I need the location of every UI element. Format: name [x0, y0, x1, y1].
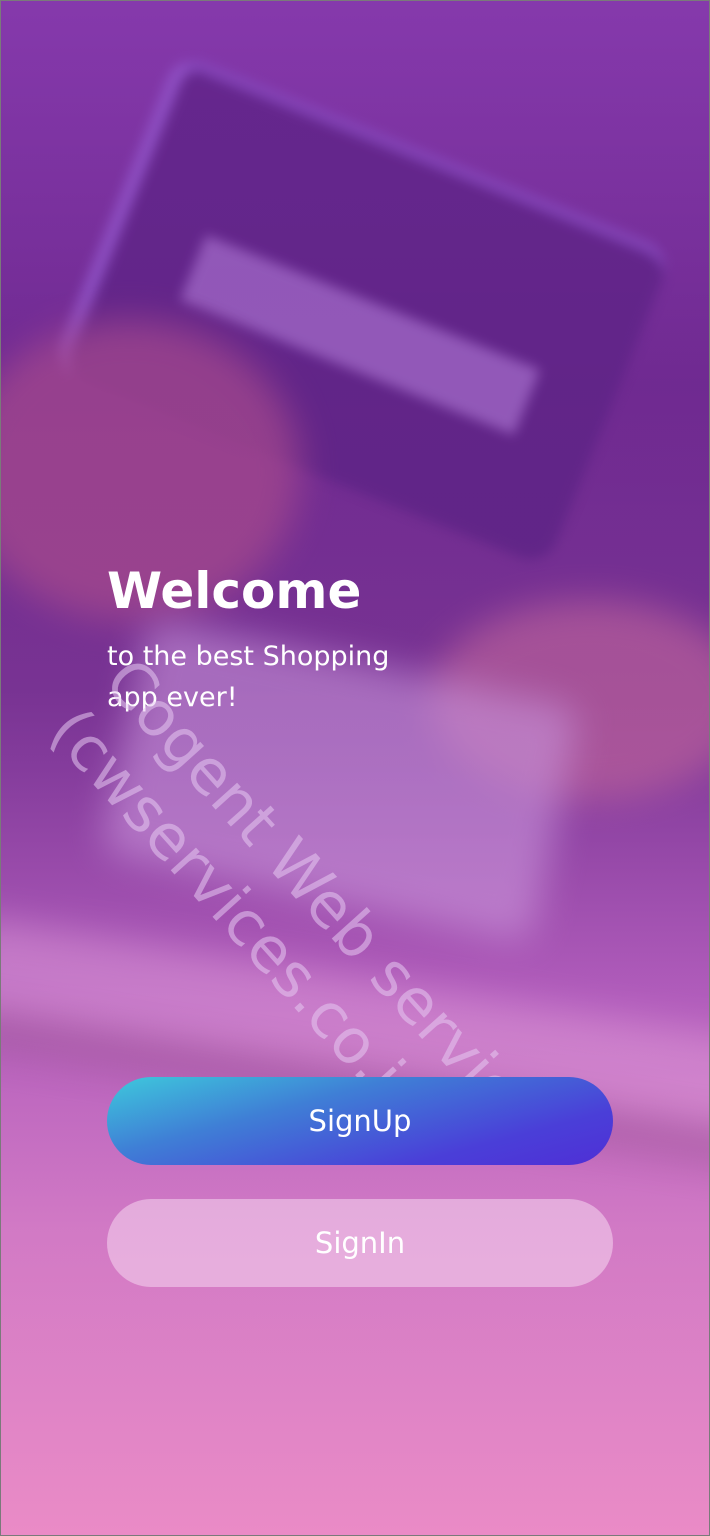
card-stripe	[179, 235, 541, 435]
watermark-line: (cwservices.co.in)	[35, 694, 461, 1155]
welcome-title: Welcome	[107, 562, 362, 620]
signup-button[interactable]: SignUp	[107, 1077, 613, 1165]
signin-button[interactable]: SignIn	[107, 1199, 613, 1287]
background-photo	[0, 0, 710, 1536]
welcome-subtitle: to the best Shopping app ever!	[107, 641, 390, 713]
welcome-screen: Welcome to the best Shopping app ever! C…	[0, 0, 710, 1536]
color-overlay	[0, 0, 710, 1536]
credit-card-image	[50, 52, 674, 568]
watermark: Cogent Web services (cwservices.co.in)	[35, 644, 613, 1263]
screen-border	[0, 0, 710, 1536]
hand-image	[430, 600, 710, 800]
